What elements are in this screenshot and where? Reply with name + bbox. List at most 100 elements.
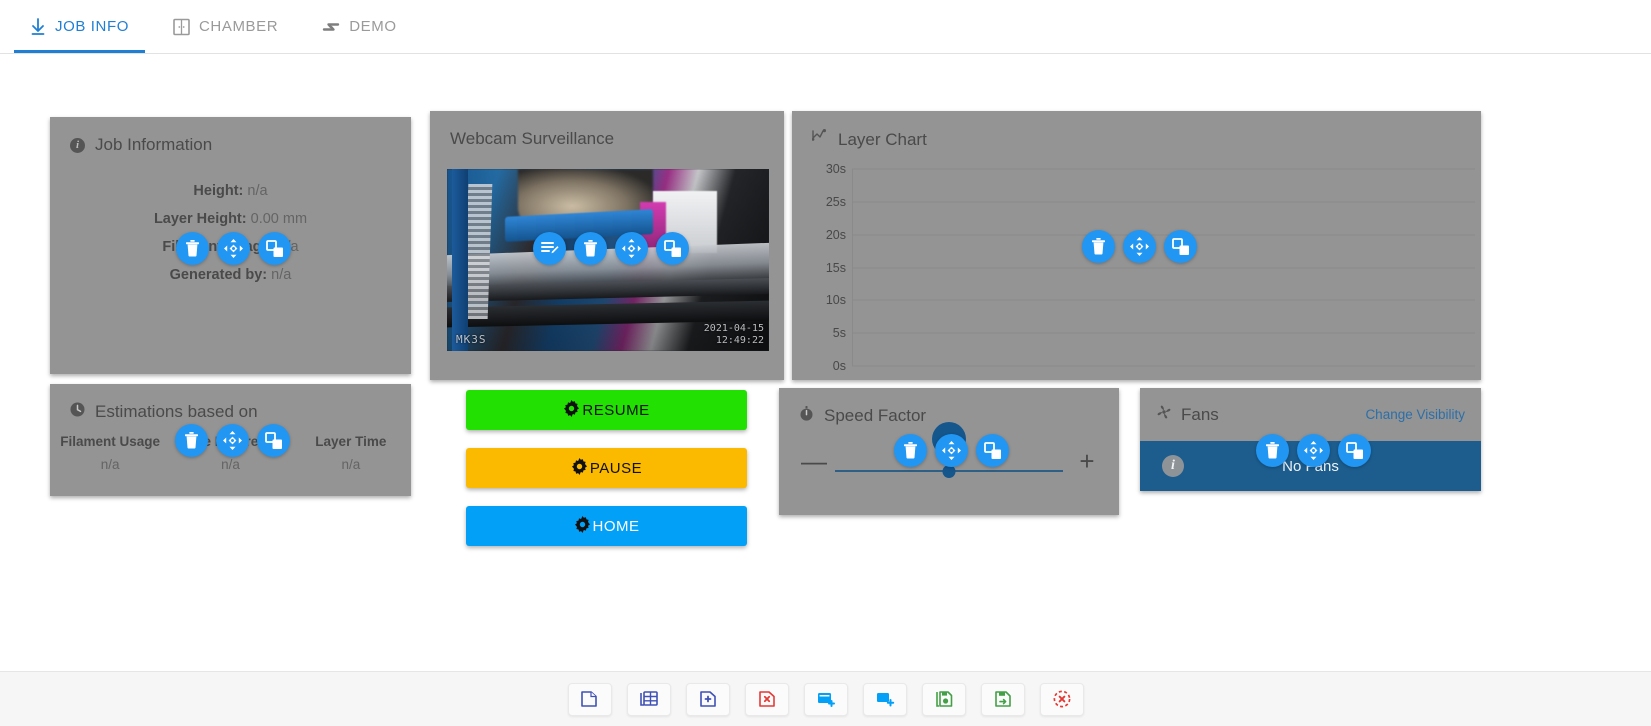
save-layout-icon[interactable] (921, 682, 966, 716)
layer-chart-axes: 0s 5s 10s 15s 20s 25s 30s (812, 162, 1475, 373)
resize-icon[interactable] (976, 434, 1009, 467)
webcam-frame-post (451, 169, 468, 351)
home-button-label: HOME (592, 517, 640, 535)
move-icon[interactable] (615, 232, 648, 265)
download-arrow-icon (30, 17, 46, 36)
job-row-layer-height-label: Layer Height: (153, 211, 247, 227)
job-row-generated-by-label: Generated by: (169, 267, 268, 283)
fab-group-webcam (533, 232, 689, 265)
job-row-height: Height: n/a (50, 177, 411, 205)
layer-chart-gridline (852, 267, 1475, 268)
add-page-icon[interactable] (685, 682, 730, 716)
resize-icon[interactable] (258, 232, 291, 265)
dashboard-board: i Job Information Height: n/a Layer Heig… (0, 54, 1651, 649)
fab-group-speed-factor (894, 434, 1009, 467)
new-page-icon[interactable] (567, 682, 612, 716)
clock-icon (70, 402, 85, 422)
panel-estimations-title: Estimations based on (50, 384, 411, 422)
job-row-height-value: n/a (247, 183, 268, 199)
layer-chart-gridline (852, 299, 1475, 301)
main-tabbar: JOB INFO CHAMBER DEMO (0, 0, 1651, 54)
edit-settings-icon[interactable] (533, 232, 566, 265)
trash-icon[interactable] (894, 434, 927, 467)
fab-group-estimations (175, 424, 290, 457)
gauge-icon (799, 406, 814, 426)
estimations-col-file-progress-value: n/a (221, 457, 240, 472)
panel-job-information-title: i Job Information (50, 117, 411, 155)
resize-icon[interactable] (1338, 434, 1371, 467)
layer-chart-gridline (852, 201, 1475, 203)
discard-changes-icon[interactable] (1039, 682, 1084, 716)
resume-button-label: RESUME (582, 401, 650, 419)
home-button[interactable]: HOME (466, 506, 747, 546)
demo-swap-icon (322, 18, 340, 36)
resize-icon[interactable] (1164, 230, 1197, 263)
speed-decrease-button[interactable]: — (801, 448, 827, 474)
add-panel-wide-icon[interactable] (803, 682, 848, 716)
speed-increase-button[interactable]: + (1077, 448, 1097, 474)
pause-button-label: PAUSE (589, 459, 643, 477)
fab-group-layer-chart (1082, 230, 1197, 263)
job-row-generated-by: Generated by: n/a (50, 261, 411, 289)
job-row-layer-height-value: 0.00 mm (250, 211, 308, 227)
layer-chart-ytick-label: 0s (832, 359, 846, 373)
move-icon[interactable] (1123, 230, 1156, 263)
trash-icon[interactable] (176, 232, 209, 265)
change-visibility-link[interactable]: Change Visibility (1365, 407, 1465, 422)
trash-icon[interactable] (1256, 434, 1289, 467)
trash-icon[interactable] (574, 232, 607, 265)
info-icon: i (70, 137, 85, 153)
layer-chart-ytick-label: 20s (825, 227, 846, 242)
estimations-col-layer-time-header: Layer Time (315, 434, 387, 449)
layer-chart-ytick-label: 10s (825, 293, 846, 308)
pause-button[interactable]: PAUSE (466, 448, 747, 488)
layer-chart-ytick-label: 30s (825, 162, 846, 176)
layer-chart-gridline (852, 365, 1475, 367)
fan-icon (1156, 404, 1172, 425)
tab-job-info-label: JOB INFO (55, 18, 129, 35)
estimations-col-filament-usage-value: n/a (100, 457, 120, 472)
move-icon[interactable] (217, 232, 250, 265)
layer-chart-ytick-label: 25s (825, 194, 846, 209)
panel-layer-chart-title: Layer Chart (792, 111, 1481, 150)
webcam-lead-screw (463, 183, 493, 319)
gear-icon (563, 399, 580, 421)
layer-chart-gridline (852, 332, 1475, 334)
estimations-col-filament-usage: Filament Usage n/a (50, 434, 170, 472)
gear-icon (574, 515, 591, 537)
fab-group-fans (1256, 434, 1371, 467)
panel-fans-header: Fans Change Visibility (1140, 388, 1481, 425)
layer-chart-gridline (852, 168, 1475, 170)
tab-job-info[interactable]: JOB INFO (8, 0, 151, 53)
webcam-timestamp: 2021-04-15 12:49:22 (704, 323, 764, 347)
estimations-col-filament-usage-header: Filament Usage (60, 434, 161, 449)
job-row-generated-by-value: n/a (271, 267, 292, 283)
tab-demo-label: DEMO (349, 18, 397, 35)
bottom-toolbar (0, 671, 1651, 726)
trash-icon[interactable] (175, 424, 208, 457)
tab-demo[interactable]: DEMO (300, 0, 418, 53)
resume-button[interactable]: RESUME (466, 390, 747, 430)
save-as-layout-icon[interactable] (980, 682, 1025, 716)
move-icon[interactable] (935, 434, 968, 467)
webcam-overlay-label: MK3S (456, 333, 487, 346)
panel-speed-factor-title: Speed Factor (779, 388, 1119, 426)
move-icon[interactable] (216, 424, 249, 457)
new-grid-page-icon[interactable] (626, 682, 671, 716)
delete-page-icon[interactable] (744, 682, 789, 716)
resize-icon[interactable] (656, 232, 689, 265)
chamber-icon (173, 18, 190, 36)
panel-fans-title: Fans (1181, 404, 1219, 424)
job-row-height-label: Height: (193, 183, 244, 199)
webcam-timestamp-time: 12:49:22 (715, 335, 764, 346)
move-icon[interactable] (1297, 434, 1330, 467)
estimations-col-layer-time-value: n/a (341, 457, 361, 472)
tab-chamber[interactable]: CHAMBER (151, 0, 300, 53)
resize-icon[interactable] (257, 424, 290, 457)
trash-icon[interactable] (1082, 230, 1115, 263)
add-panel-icon[interactable] (862, 682, 907, 716)
job-row-layer-height: Layer Height: 0.00 mm (50, 205, 411, 233)
gear-icon (571, 457, 588, 479)
layer-chart-plot[interactable]: 0s 5s 10s 15s 20s 25s 30s (812, 162, 1475, 373)
webcam-timestamp-date: 2021-04-15 (703, 323, 764, 334)
